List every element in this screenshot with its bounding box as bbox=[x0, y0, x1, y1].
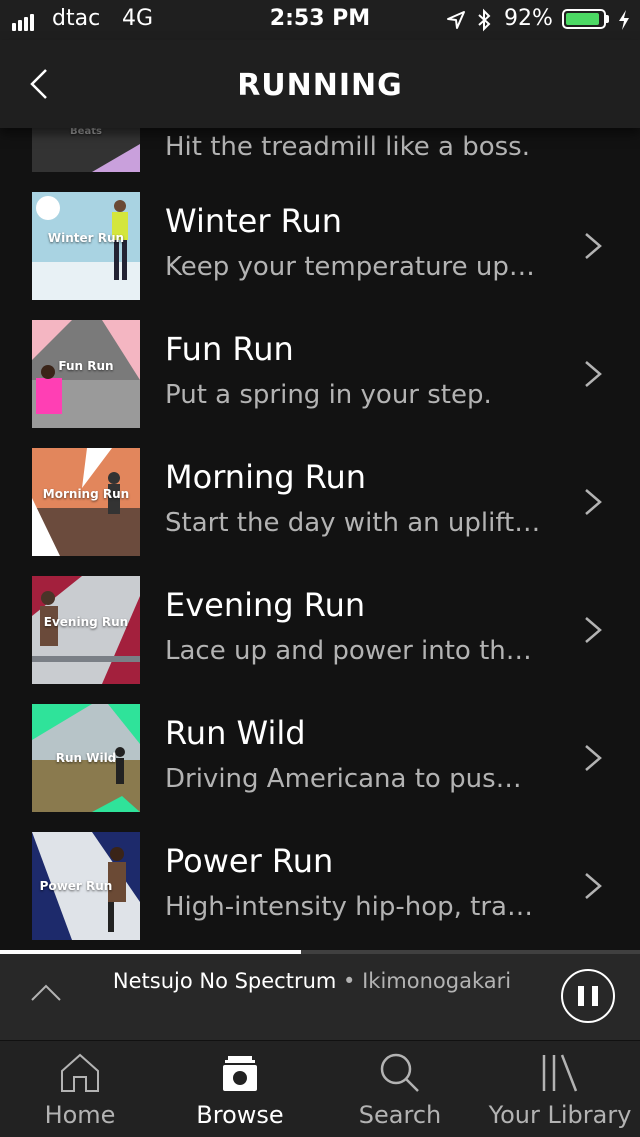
battery-percent: 92% bbox=[504, 6, 553, 31]
bluetooth-icon bbox=[478, 8, 491, 32]
playlist-description: Put a spring in your step. bbox=[165, 380, 492, 410]
chevron-right-icon bbox=[585, 617, 602, 643]
chevron-right-icon bbox=[585, 233, 602, 259]
browse-icon bbox=[223, 1056, 257, 1091]
library-icon bbox=[542, 1054, 578, 1092]
playlist-description: Hit the treadmill like a boss. bbox=[165, 132, 530, 162]
playlist-cover: Morning Run bbox=[32, 448, 140, 556]
playlist-title: Evening Run bbox=[165, 586, 366, 624]
playlist-description: Lace up and power into th… bbox=[165, 636, 532, 666]
playlist-title: Fun Run bbox=[165, 330, 294, 368]
list-item[interactable]: Fun Run Fun Run Put a spring in your ste… bbox=[0, 320, 640, 428]
pause-button[interactable] bbox=[561, 969, 615, 1023]
chevron-right-icon bbox=[585, 745, 602, 771]
playlist-cover: Fun Run bbox=[32, 320, 140, 428]
playlist-description: Start the day with an uplift… bbox=[165, 508, 541, 538]
now-playing-bar[interactable]: Netsujo No Spectrum • Ikimonogakari bbox=[0, 954, 640, 1040]
tab-browse[interactable]: Browse bbox=[160, 1041, 320, 1137]
track-title: Netsujo No Spectrum bbox=[112, 969, 337, 993]
tab-home[interactable]: Home bbox=[0, 1041, 160, 1137]
chevron-right-icon bbox=[585, 873, 602, 899]
playlist-cover: Winter Run bbox=[32, 192, 140, 300]
tab-your-library[interactable]: Your Library bbox=[480, 1041, 640, 1137]
list-item[interactable]: Run Wild Run Wild Driving Americana to p… bbox=[0, 704, 640, 812]
page-title: RUNNING bbox=[237, 68, 403, 103]
list-item[interactable]: Power Run Power Run High-intensity hip-h… bbox=[0, 832, 640, 940]
artist-name: Ikimonogakari bbox=[362, 969, 512, 993]
battery-icon bbox=[562, 9, 606, 29]
list-item[interactable]: Evening Run Evening Run Lace up and powe… bbox=[0, 576, 640, 684]
list-item[interactable]: Winter Run Winter Run Keep your temperat… bbox=[0, 192, 640, 300]
playlist-title: Run Wild bbox=[165, 714, 306, 752]
tab-search[interactable]: Search bbox=[320, 1041, 480, 1137]
playlist-list[interactable]: Beats Hit the treadmill like a boss. Win… bbox=[0, 128, 640, 950]
playlist-title: Morning Run bbox=[165, 458, 367, 496]
playlist-description: Keep your temperature up… bbox=[165, 252, 535, 282]
chevron-right-icon bbox=[585, 361, 602, 387]
playlist-cover: Beats bbox=[32, 128, 140, 172]
playlist-title: Power Run bbox=[165, 842, 334, 880]
playlist-title: Winter Run bbox=[165, 202, 343, 240]
playlist-description: High-intensity hip-hop, tra… bbox=[165, 892, 533, 922]
location-icon bbox=[447, 11, 465, 29]
status-bar: dtac 4G 2:53 PM 92% bbox=[0, 0, 640, 40]
playlist-description: Driving Americana to pus… bbox=[165, 764, 522, 794]
now-playing-text: Netsujo No Spectrum • Ikimonogakari bbox=[112, 969, 512, 993]
list-item[interactable]: Beats Hit the treadmill like a boss. bbox=[0, 128, 640, 172]
home-icon bbox=[61, 1053, 99, 1092]
list-item[interactable]: Morning Run Morning Run Start the day wi… bbox=[0, 448, 640, 556]
page-header: RUNNING bbox=[0, 40, 640, 128]
chevron-right-icon bbox=[585, 489, 602, 515]
playlist-cover: Power Run bbox=[32, 832, 140, 940]
playlist-cover: Run Wild bbox=[32, 704, 140, 812]
search-icon bbox=[380, 1053, 419, 1092]
charging-icon bbox=[619, 10, 629, 30]
tab-bar: Home Browse Search Your Library bbox=[0, 1040, 640, 1137]
playlist-cover: Evening Run bbox=[32, 576, 140, 684]
